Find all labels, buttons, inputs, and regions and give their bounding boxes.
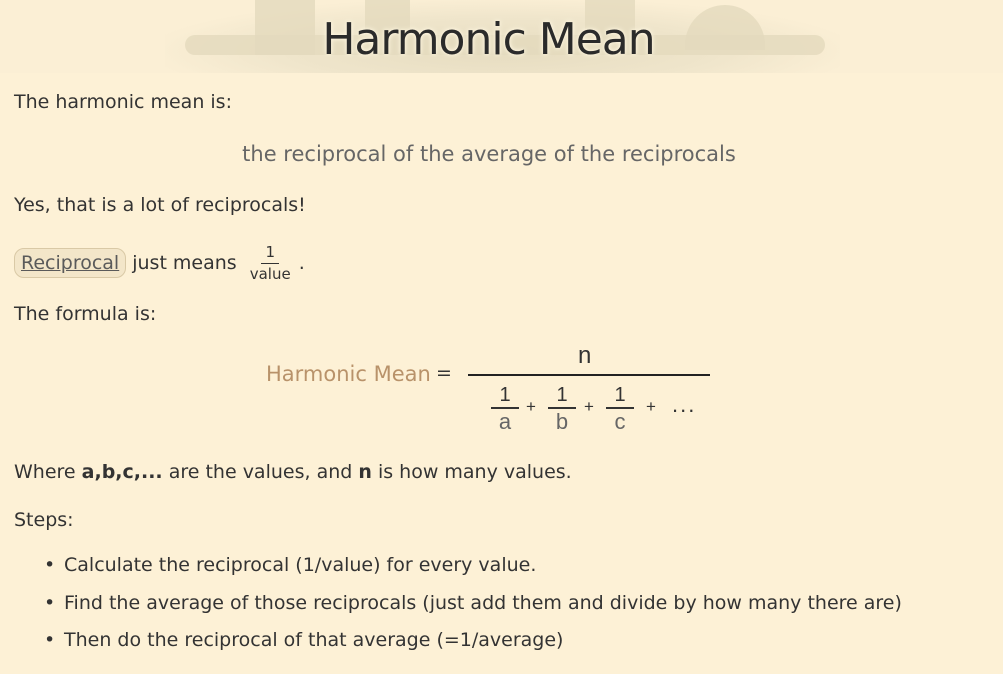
steps-list: Calculate the reciprocal (1/value) for e… — [14, 551, 902, 664]
intro-text: The harmonic mean is: — [14, 91, 232, 113]
term-fraction: 1 b — [548, 384, 576, 434]
term-denominator: a — [498, 408, 512, 434]
term-numerator: 1 — [499, 384, 511, 406]
plus-sign: + — [584, 397, 594, 416]
formula-fraction-bar — [468, 374, 710, 376]
reciprocal-fraction: 1 value — [246, 244, 295, 282]
where-vars: a,b,c,... — [81, 461, 163, 483]
term-fraction: 1 c — [606, 384, 634, 434]
formula-equals: = — [436, 362, 452, 384]
reciprocal-link[interactable]: Reciprocal — [14, 248, 127, 278]
term-numerator: 1 — [556, 384, 568, 406]
formula-label: Harmonic Mean — [266, 362, 431, 386]
formula-ellipsis: ... — [672, 392, 697, 417]
remark-text: Yes, that is a lot of reciprocals! — [14, 194, 306, 216]
list-item: Then do the reciprocal of that average (… — [44, 626, 902, 664]
definition-quote: the reciprocal of the average of the rec… — [242, 142, 736, 166]
where-middle: are the values, and — [168, 461, 353, 483]
reciprocal-text: just means — [132, 252, 237, 274]
term-denominator: c — [614, 408, 626, 434]
where-text: Where a,b,c,... are the values, and n is… — [14, 461, 572, 483]
list-item: Find the average of those reciprocals (j… — [44, 589, 902, 627]
reciprocal-sentence: Reciprocal just means 1 value . — [14, 244, 305, 282]
header-banner: Harmonic Mean — [0, 0, 1003, 73]
harmonic-mean-formula: Harmonic Mean = n 1 a + 1 b + 1 c + ... — [266, 340, 726, 440]
term-numerator: 1 — [614, 384, 626, 406]
reciprocal-period: . — [298, 252, 305, 274]
where-n: n — [358, 461, 372, 483]
page-title: Harmonic Mean — [322, 14, 655, 65]
formula-intro: The formula is: — [14, 303, 157, 325]
fraction-denominator: value — [249, 265, 291, 283]
where-prefix: Where — [14, 461, 76, 483]
term-fraction: 1 a — [491, 384, 519, 434]
plus-sign: + — [526, 397, 536, 416]
where-suffix: is how many values. — [377, 461, 572, 483]
fraction-numerator: 1 — [261, 244, 279, 264]
plus-sign: + — [646, 397, 656, 416]
list-item: Calculate the reciprocal (1/value) for e… — [44, 551, 902, 589]
formula-numerator: n — [578, 342, 592, 369]
steps-label: Steps: — [14, 509, 74, 531]
term-denominator: b — [555, 408, 569, 434]
